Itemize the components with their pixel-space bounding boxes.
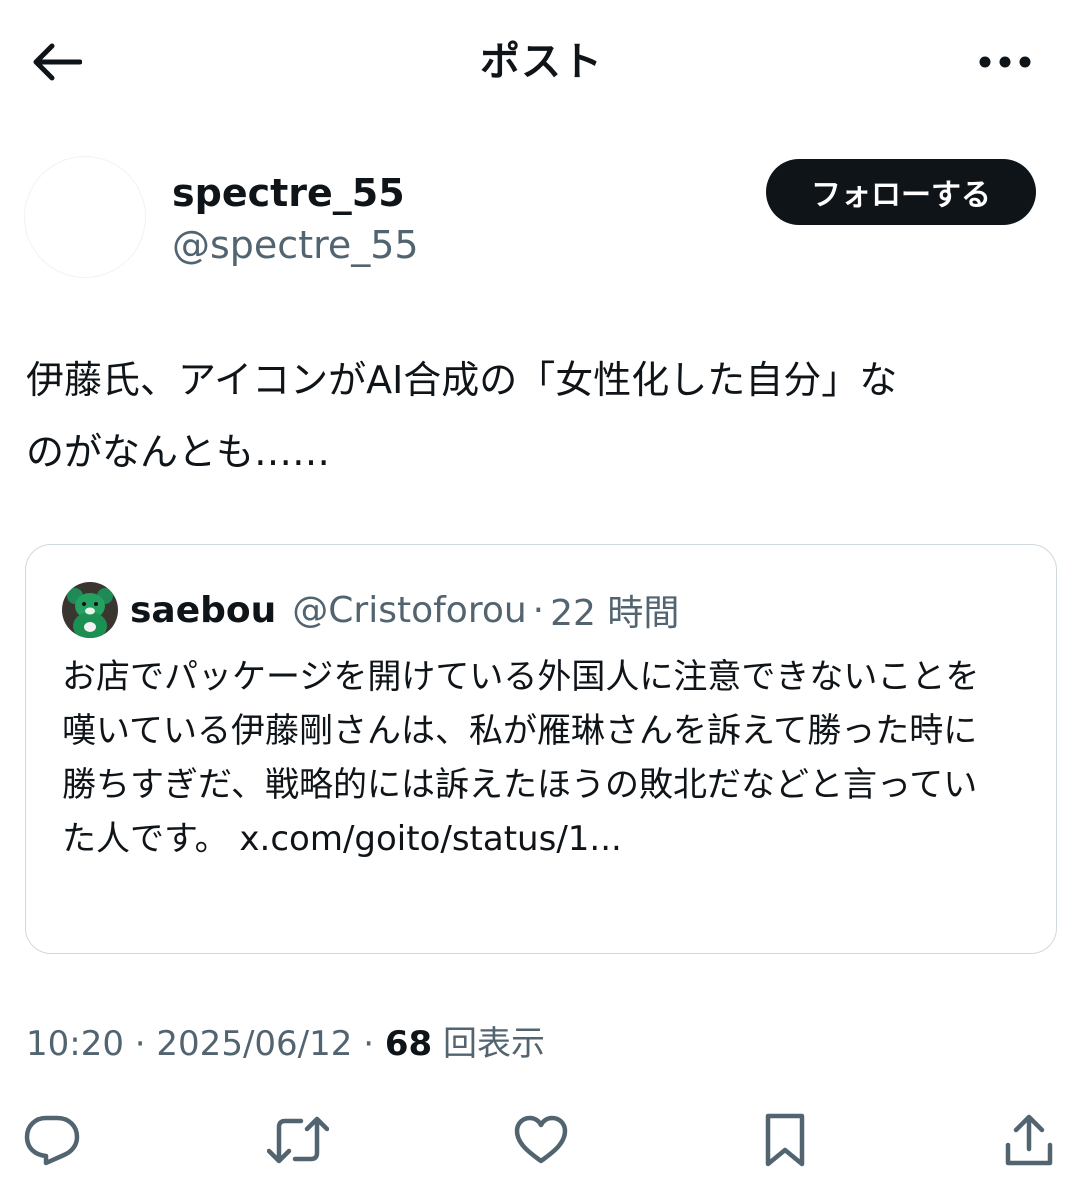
reply-button[interactable] [20, 1108, 84, 1172]
quoted-post-text: お店でパッケージを開けている外国人に注意できないことを嘆いている伊藤剛さんは、私… [62, 650, 1002, 866]
quoted-post-header: saebou @Cristoforou · 22 時間 [130, 585, 679, 635]
meta-separator: · [352, 1024, 385, 1064]
quoted-post-time: 22 時間 [550, 593, 680, 634]
quoted-author-name: saebou [130, 589, 277, 631]
post-actions [0, 1100, 1083, 1180]
more-options-button[interactable] [970, 40, 1040, 84]
retweet-icon [267, 1116, 329, 1164]
quoted-post-link: x.com/goito/status/1... [239, 819, 622, 859]
post-metadata: 10:20 · 2025/06/12 · 68 回表示 [26, 1020, 545, 1068]
share-icon [1005, 1114, 1053, 1166]
more-horizontal-icon [979, 56, 1031, 68]
bookmark-button[interactable] [753, 1108, 817, 1172]
retweet-button[interactable] [266, 1108, 330, 1172]
reply-icon [24, 1115, 80, 1166]
author-handle[interactable]: @spectre_55 [172, 222, 419, 268]
bookmark-icon [765, 1113, 805, 1167]
follow-button[interactable]: フォローする [766, 159, 1036, 225]
views-label: 回表示 [432, 1024, 545, 1064]
like-button[interactable] [509, 1108, 573, 1172]
quoted-author-avatar[interactable] [62, 582, 118, 638]
quoted-author-handle: @Cristoforou [292, 589, 527, 631]
views-count[interactable]: 68 [385, 1024, 432, 1064]
meta-separator: · [123, 1024, 157, 1064]
share-button[interactable] [997, 1108, 1061, 1172]
post-time: 10:20 [26, 1024, 124, 1064]
post-author: spectre_55 @spectre_55 フォローする [24, 156, 1059, 280]
author-display-name[interactable]: spectre_55 [172, 170, 405, 216]
page-title: ポスト [480, 39, 603, 85]
quoted-post[interactable]: saebou @Cristoforou · 22 時間 お店でパッケージを開けて… [25, 544, 1057, 954]
top-bar: ポスト [0, 0, 1083, 120]
heart-icon [514, 1115, 568, 1164]
separator-dot: · [532, 589, 545, 631]
bear-avatar-image [62, 582, 118, 638]
post-date: 2025/06/12 [156, 1024, 353, 1064]
author-avatar[interactable] [24, 156, 146, 278]
post-text: 伊藤氏、アイコンがAI合成の「女性化した自分」な のがなんとも…… [26, 358, 898, 474]
